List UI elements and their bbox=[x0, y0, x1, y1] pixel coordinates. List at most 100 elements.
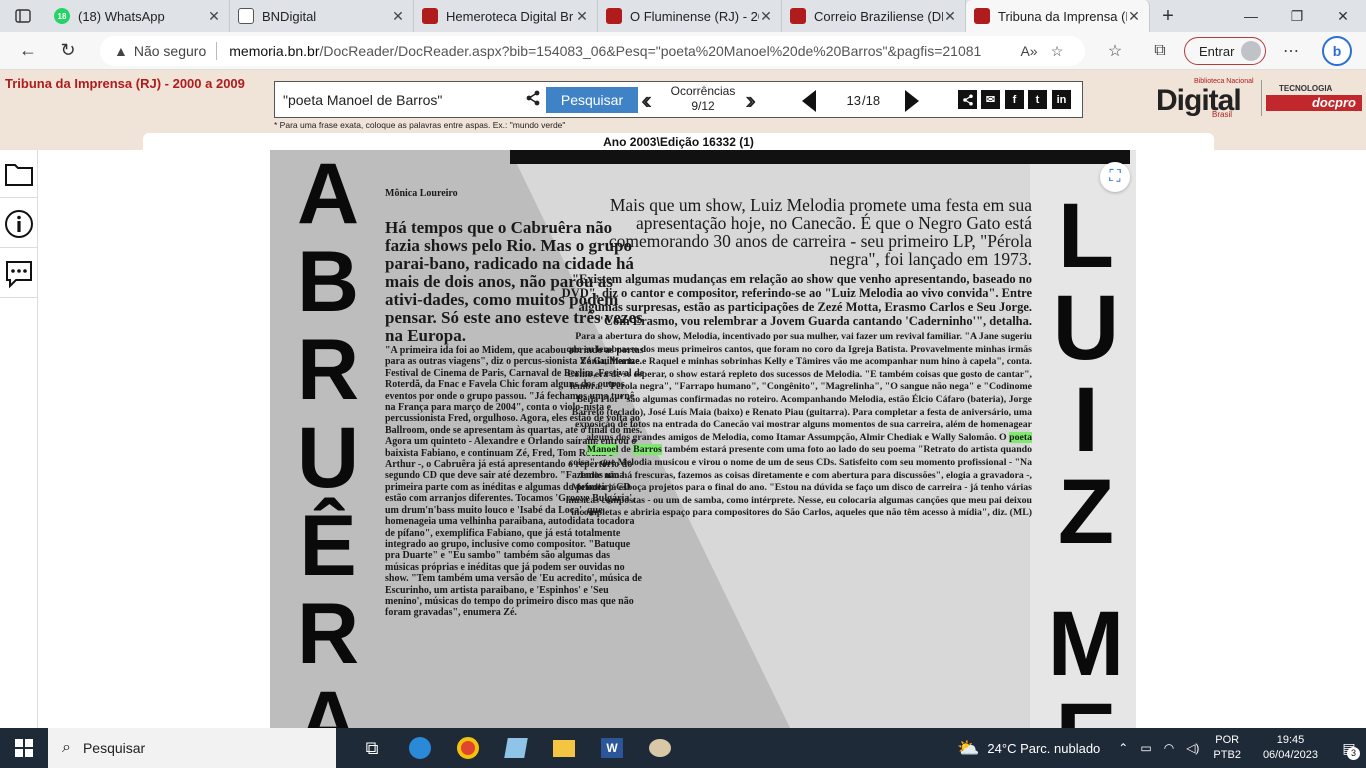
task-view-icon[interactable]: ⧉ bbox=[348, 728, 396, 768]
read-aloud-icon[interactable]: A» bbox=[1015, 43, 1043, 59]
search-hint: * Para uma frase exata, coloque as palav… bbox=[274, 120, 566, 130]
clock[interactable]: 19:45 06/04/2023 bbox=[1263, 733, 1318, 763]
more-icon[interactable]: ⋯ bbox=[1276, 32, 1306, 70]
linkedin-icon[interactable]: in bbox=[1052, 90, 1071, 109]
share-icon[interactable] bbox=[958, 90, 977, 109]
vertical-title-luiz-melodia: L U I Z M E bbox=[1046, 190, 1126, 728]
tab-o-fluminense[interactable]: O Fluminense (RJ) - 20 ✕ bbox=[598, 0, 782, 32]
close-window-icon[interactable]: ✕ bbox=[1320, 0, 1366, 32]
taskbar-search-label: Pesquisar bbox=[82, 740, 146, 756]
cloud-sun-icon: ⛅ bbox=[956, 737, 980, 758]
favorites-icon[interactable]: ☆ bbox=[1100, 32, 1130, 70]
tab-whatsapp[interactable]: 18 (18) WhatsApp ✕ bbox=[46, 0, 230, 32]
docpro-icon bbox=[974, 8, 990, 24]
window-controls: — ❐ ✕ bbox=[1228, 0, 1366, 32]
url-text[interactable]: memoria.bn.br/DocReader/DocReader.aspx?b… bbox=[229, 43, 1015, 59]
add-favorite-icon[interactable]: ☆ bbox=[1043, 43, 1071, 60]
info-icon[interactable] bbox=[0, 200, 38, 248]
title-letter: R bbox=[296, 586, 360, 682]
omnibox[interactable]: ▲ Não seguro memoria.bn.br/DocReader/Doc… bbox=[100, 36, 1085, 66]
bing-icon[interactable]: b bbox=[1322, 36, 1352, 66]
page-total: /18 bbox=[862, 93, 881, 108]
search-highlight: Manoel bbox=[586, 444, 619, 456]
language-code: POR bbox=[1215, 734, 1240, 746]
search-highlight: Barros bbox=[633, 444, 662, 456]
previous-occurrence-icon[interactable]: ‹‹ bbox=[641, 85, 653, 115]
next-page-icon[interactable] bbox=[905, 90, 919, 112]
docpro-icon bbox=[606, 8, 622, 24]
folder-icon[interactable] bbox=[0, 150, 38, 198]
close-icon[interactable]: ✕ bbox=[391, 8, 405, 25]
bn-digital-logo: Biblioteca Nacional Digital Brasil bbox=[1156, 78, 1256, 126]
facebook-icon[interactable]: f bbox=[1005, 90, 1024, 109]
share-icon[interactable] bbox=[525, 90, 541, 111]
wifi-icon[interactable]: ◠ bbox=[1164, 741, 1174, 755]
tab-hemeroteca[interactable]: Hemeroteca Digital Br ✕ bbox=[414, 0, 598, 32]
divider bbox=[216, 42, 218, 60]
chrome-icon[interactable] bbox=[444, 728, 492, 768]
battery-icon[interactable]: ▭ bbox=[1140, 741, 1151, 755]
close-icon[interactable]: ✕ bbox=[759, 8, 773, 25]
chevron-up-icon[interactable]: ⌃ bbox=[1118, 741, 1128, 755]
collections-icon[interactable]: ⧉ bbox=[1145, 32, 1175, 70]
file-explorer-icon[interactable] bbox=[540, 728, 588, 768]
time: 19:45 bbox=[1276, 734, 1305, 746]
document-viewer[interactable]: A B R U Ê R A Mônica Loureiro Há tempos … bbox=[38, 150, 1366, 728]
logo-sub-text: Brasil bbox=[1212, 110, 1233, 119]
sign-in-button[interactable]: Entrar bbox=[1184, 37, 1266, 65]
title-letter: Z bbox=[1057, 461, 1115, 563]
files-icon[interactable] bbox=[492, 728, 540, 768]
header-rule bbox=[510, 150, 1130, 164]
word-icon[interactable]: W bbox=[588, 728, 636, 768]
tab-bndigital[interactable]: BNDigital ✕ bbox=[230, 0, 414, 32]
notifications-icon[interactable]: ▤ 3 bbox=[1332, 728, 1366, 768]
restore-icon[interactable]: ❐ bbox=[1274, 0, 1320, 32]
next-occurrence-icon[interactable]: ›› bbox=[745, 85, 757, 115]
title-letter: Ê bbox=[299, 498, 357, 594]
occurrences: Ocorrências 9/12 bbox=[667, 84, 739, 114]
vertical-title-cabruera: A B R U Ê R A bbox=[288, 150, 368, 728]
volume-icon[interactable]: ◁) bbox=[1186, 741, 1199, 755]
language-indicator[interactable]: POR PTB2 bbox=[1213, 733, 1241, 763]
new-tab-button[interactable]: + bbox=[1150, 5, 1186, 28]
weather-widget[interactable]: ⛅ 24°C Parc. nublado bbox=[957, 738, 1100, 759]
previous-page-icon[interactable] bbox=[802, 90, 816, 112]
search-button[interactable]: Pesquisar bbox=[546, 87, 638, 113]
tab-actions-icon[interactable] bbox=[0, 0, 46, 32]
article-luiz-melodia: Mais que um show, Luiz Melodia promete u… bbox=[560, 196, 1032, 520]
close-icon[interactable]: ✕ bbox=[207, 8, 221, 25]
newspaper-page[interactable]: A B R U Ê R A Mônica Loureiro Há tempos … bbox=[270, 150, 1136, 728]
taskbar: ⌕ Pesquisar ⧉ W ⛅ 24°C Parc. nublado ⌃ ▭… bbox=[0, 728, 1366, 768]
docpro-top-text: TECNOLOGIA bbox=[1279, 84, 1333, 93]
url-host: memoria.bn.br bbox=[229, 43, 320, 59]
occurrences-label: Ocorrências bbox=[670, 84, 736, 98]
search-icon: ⌕ bbox=[62, 739, 71, 756]
title-letter: M bbox=[1047, 593, 1125, 695]
headline: Mais que um show, Luiz Melodia promete u… bbox=[608, 195, 1032, 269]
fit-page-icon[interactable]: ⛶ bbox=[1100, 162, 1130, 192]
comments-icon[interactable] bbox=[0, 250, 38, 298]
email-icon[interactable]: ✉ bbox=[981, 90, 1000, 109]
back-arrow-icon[interactable]: ← bbox=[8, 32, 48, 70]
close-icon[interactable]: ✕ bbox=[1127, 8, 1141, 25]
body-part-2: também estará presente com uma foto ao l… bbox=[565, 444, 1032, 519]
docpro-icon bbox=[790, 8, 806, 24]
tab-correio-braziliense[interactable]: Correio Braziliense (DF ✕ bbox=[782, 0, 966, 32]
search-input[interactable] bbox=[283, 88, 521, 112]
title-letter: R bbox=[296, 322, 360, 418]
date: 06/04/2023 bbox=[1262, 749, 1318, 761]
twitter-icon[interactable]: t bbox=[1028, 90, 1047, 109]
edge-icon[interactable] bbox=[396, 728, 444, 768]
divider bbox=[1261, 80, 1262, 116]
taskbar-search[interactable]: ⌕ Pesquisar bbox=[48, 728, 336, 768]
paint-icon[interactable] bbox=[636, 728, 684, 768]
page-number-input[interactable] bbox=[819, 88, 861, 112]
tab-tribuna-da-imprensa[interactable]: Tribuna da Imprensa (F ✕ bbox=[966, 0, 1150, 32]
close-icon[interactable]: ✕ bbox=[943, 8, 957, 25]
page-title: Tribuna da Imprensa (RJ) - 2000 a 2009 bbox=[5, 76, 245, 91]
notification-count: 3 bbox=[1347, 747, 1360, 760]
minimize-icon[interactable]: — bbox=[1228, 0, 1274, 32]
windows-start-icon[interactable] bbox=[0, 728, 48, 768]
close-icon[interactable]: ✕ bbox=[575, 8, 589, 25]
reload-icon[interactable]: ↻ bbox=[48, 32, 88, 70]
